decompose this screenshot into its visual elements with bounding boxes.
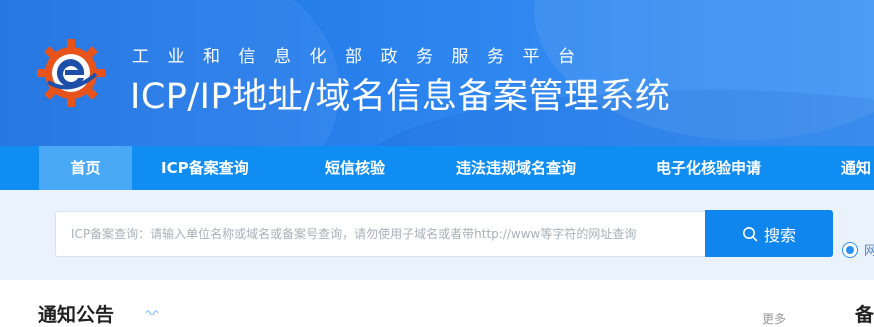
page-title: ICP/IP地址/域名信息备案管理系统 (130, 77, 671, 117)
nav-item-sms-verify[interactable]: 短信核验 (325, 146, 385, 190)
notice-title: 通知公告 (38, 304, 115, 326)
nav-item-notices[interactable]: 通知 (841, 146, 871, 190)
search-button-label: 搜索 (763, 225, 796, 245)
search-box (55, 211, 705, 257)
main-nav: 首页 ICP备案查询 短信核验 违法违规域名查询 电子化核验申请 通知 (0, 146, 874, 190)
search-input[interactable] (56, 212, 705, 256)
header-subtitle: 工业和信息化部政务服务平台 (132, 47, 594, 67)
search-option-label: 网 (864, 244, 874, 259)
nav-item-illegal-domain-query[interactable]: 违法违规域名查询 (456, 146, 576, 190)
search-section: 搜索 网 (0, 190, 874, 280)
miit-logo-icon (37, 39, 105, 107)
search-option-radio[interactable] (843, 243, 857, 257)
search-button[interactable]: 搜索 (705, 210, 833, 257)
side-section-title: 备 (855, 304, 874, 326)
wave-decoration-icon (146, 310, 159, 315)
nav-item-icp-query[interactable]: ICP备案查询 (161, 146, 249, 190)
more-link[interactable]: 更多 (762, 310, 786, 327)
nav-item-e-verify-apply[interactable]: 电子化核验申请 (656, 146, 761, 190)
search-icon (742, 226, 758, 241)
nav-item-home[interactable]: 首页 (39, 146, 132, 190)
header-banner: 工业和信息化部政务服务平台 ICP/IP地址/域名信息备案管理系统 (0, 0, 874, 146)
